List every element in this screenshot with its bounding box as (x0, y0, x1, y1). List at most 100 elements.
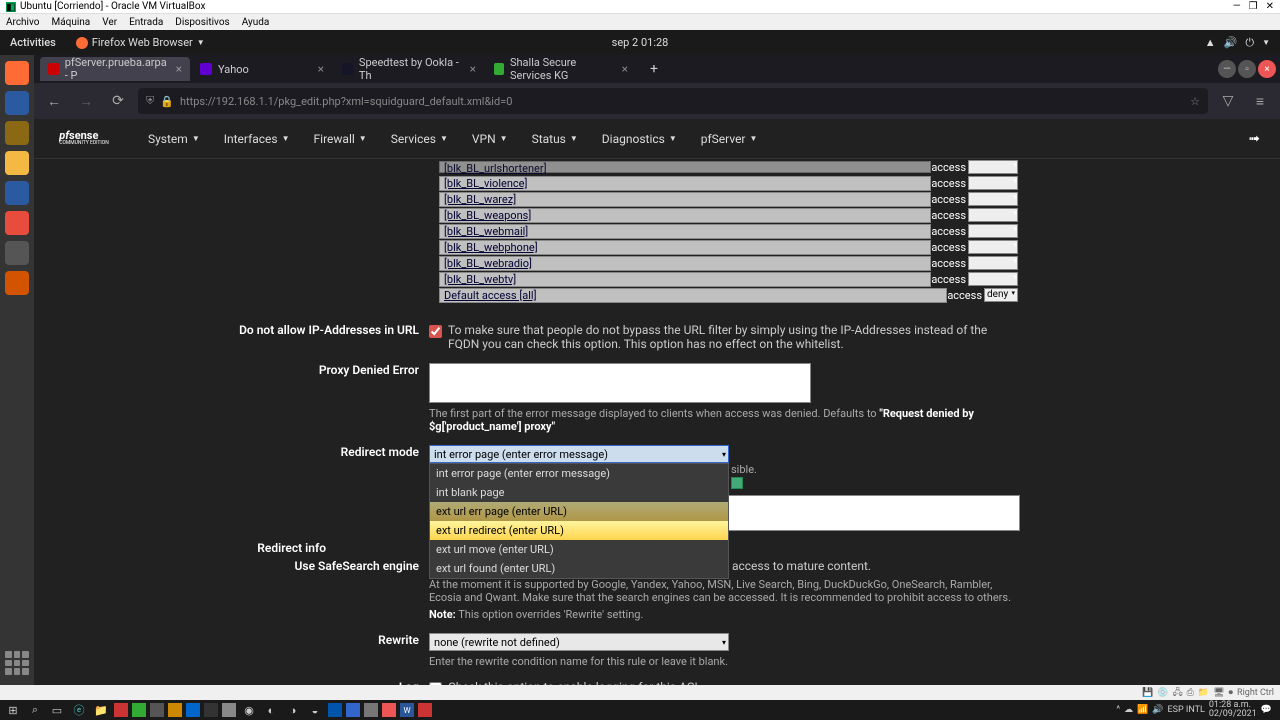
dropdown-option[interactable]: int error page (enter error message) (430, 464, 728, 483)
search-icon[interactable]: ⌕ (26, 702, 44, 718)
current-app-indicator[interactable]: Firefox Web Browser ▼ (76, 36, 205, 49)
acl-mode-select[interactable]: ▾ (968, 240, 1018, 254)
dropdown-option[interactable]: ext url err page (enter URL) (430, 502, 728, 521)
back-button[interactable]: ← (42, 89, 66, 113)
tray-notifications-icon[interactable]: 💬 (1261, 705, 1272, 715)
ip-block-checkbox[interactable] (429, 325, 442, 338)
pfsense-logo[interactable]: pfsenseCOMMUNITY EDITION (54, 127, 114, 151)
vbox-menu-maquina[interactable]: Máquina (51, 17, 90, 28)
virtualbox-icon[interactable] (328, 703, 342, 717)
dock-software-icon[interactable] (5, 211, 29, 235)
taskbar-app-icon[interactable] (132, 703, 146, 717)
nav-firewall[interactable]: Firewall▼ (304, 119, 377, 159)
word-icon[interactable]: W (400, 703, 414, 717)
browser-tab[interactable]: Speedtest by Ookla - Th × (334, 57, 484, 81)
acl-mode-select[interactable]: ▾ (968, 256, 1018, 270)
edge-icon[interactable]: ⓔ (70, 702, 88, 718)
taskbar-app-icon[interactable]: ◒ (306, 702, 324, 718)
vbox-menu-ayuda[interactable]: Ayuda (242, 17, 270, 28)
minimize-button[interactable]: — (1233, 1, 1241, 12)
nav-status[interactable]: Status▼ (522, 119, 588, 159)
dock-help-icon[interactable] (5, 241, 29, 265)
dock-firefox-icon[interactable] (5, 61, 29, 85)
taskbar-app-icon[interactable] (364, 703, 378, 717)
url-bar[interactable]: ⛨ 🔒 https://192.168.1.1/pkg_edit.php?xml… (138, 88, 1208, 114)
activities-button[interactable]: Activities (10, 36, 56, 49)
tab-close-icon[interactable]: × (318, 62, 324, 76)
power-icon[interactable]: ⏻ (1245, 36, 1254, 50)
chrome-icon[interactable]: ◉ (240, 702, 258, 718)
vbox-menu-dispositivos[interactable]: Dispositivos (175, 17, 229, 28)
firefox-close[interactable]: × (1258, 60, 1276, 78)
system-tray[interactable]: ▲ 🔊 ⏻ ▼ (1205, 36, 1270, 50)
tray-lang[interactable]: ESP INTL (1168, 705, 1205, 715)
taskbar-app-icon[interactable] (204, 703, 218, 717)
taskbar-app-icon[interactable] (150, 703, 164, 717)
vbox-menu-entrada[interactable]: Entrada (129, 17, 163, 28)
browser-tab[interactable]: pfServer.prueba.arpa - P × (40, 57, 190, 81)
dock-files-icon[interactable] (5, 121, 29, 145)
acl-mode-select[interactable]: ▾ (968, 192, 1018, 206)
acl-mode-select[interactable]: ▾ (968, 224, 1018, 238)
close-button[interactable]: ✕ (1266, 1, 1274, 12)
rewrite-select[interactable]: none (rewrite not defined) ▾ (429, 633, 729, 651)
browser-tab[interactable]: Yahoo × (192, 57, 332, 81)
browser-tab[interactable]: Shalla Secure Services KG × (486, 57, 636, 81)
taskbar-app-icon[interactable] (222, 703, 236, 717)
reload-button[interactable]: ⟳ (106, 89, 130, 113)
acl-mode-select[interactable]: ▾ (968, 272, 1018, 286)
nav-interfaces[interactable]: Interfaces▼ (214, 119, 300, 159)
dropdown-option[interactable]: ext url found (enter URL) (430, 559, 728, 578)
firefox-maximize[interactable]: ▫ (1238, 60, 1256, 78)
pocket-icon[interactable]: ▽ (1216, 89, 1240, 113)
logout-button[interactable]: ➟ (1248, 131, 1260, 147)
tray-wifi-icon[interactable]: 📶 (1137, 705, 1148, 715)
clock[interactable]: sep 2 01:28 (612, 36, 669, 49)
taskbar-app-icon[interactable] (346, 703, 360, 717)
vbox-menu-archivo[interactable]: Archivo (6, 17, 39, 28)
new-tab-button[interactable]: + (642, 57, 666, 81)
firefox-minimize[interactable]: — (1218, 60, 1236, 78)
windows-start-button[interactable]: ⊞ (4, 702, 22, 718)
nav-system[interactable]: System▼ (138, 119, 210, 159)
tray-chevron[interactable]: ^ (1116, 705, 1120, 715)
tray-onedrive-icon[interactable]: ☁ (1124, 705, 1133, 715)
volume-icon[interactable]: 🔊 (1224, 36, 1238, 49)
tab-close-icon[interactable]: × (176, 62, 182, 76)
dropdown-option[interactable]: ext url move (enter URL) (430, 540, 728, 559)
taskbar-app-icon[interactable]: ◑ (284, 702, 302, 718)
taskbar-app-icon[interactable] (186, 703, 200, 717)
nav-services[interactable]: Services▼ (381, 119, 458, 159)
dock-libreoffice-icon[interactable] (5, 181, 29, 205)
redirect-mode-select[interactable]: int error page (enter error message) ▾ (429, 445, 729, 463)
acl-mode-select[interactable]: ▾ (968, 160, 1018, 174)
taskbar-app-icon[interactable] (382, 703, 396, 717)
taskbar-app-icon[interactable] (114, 703, 128, 717)
clipboard-icon[interactable] (731, 477, 743, 489)
tab-close-icon[interactable]: × (622, 62, 628, 76)
explorer-icon[interactable]: 📁 (92, 702, 110, 718)
taskbar-app-icon[interactable] (418, 703, 432, 717)
taskbar-app-icon[interactable]: ◐ (262, 702, 280, 718)
proxy-error-textarea[interactable] (429, 363, 811, 403)
nav-diagnostics[interactable]: Diagnostics▼ (592, 119, 687, 159)
nav-vpn[interactable]: VPN▼ (462, 119, 518, 159)
maximize-button[interactable]: ❐ (1249, 1, 1258, 12)
acl-mode-select[interactable]: ▾ (968, 176, 1018, 190)
dropdown-option[interactable]: ext url redirect (enter URL) (430, 521, 728, 540)
dock-amazon-icon[interactable] (5, 271, 29, 295)
menu-button[interactable]: ≡ (1248, 89, 1272, 113)
forward-button[interactable]: → (74, 89, 98, 113)
acl-mode-select[interactable]: ▾ (968, 208, 1018, 222)
dropdown-option[interactable]: int blank page (430, 483, 728, 502)
dock-thunderbird-icon[interactable] (5, 91, 29, 115)
task-view-icon[interactable]: ▭ (48, 702, 66, 718)
dock-show-apps[interactable] (5, 651, 29, 675)
dock-rhythmbox-icon[interactable] (5, 151, 29, 175)
tray-volume-icon[interactable]: 🔊 (1152, 705, 1163, 715)
vbox-menu-ver[interactable]: Ver (102, 17, 117, 28)
network-icon[interactable]: ▲ (1205, 36, 1216, 49)
acl-mode-select[interactable]: deny▾ (984, 288, 1018, 302)
nav-pfserver[interactable]: pfServer▼ (691, 119, 768, 159)
tab-close-icon[interactable]: × (470, 62, 476, 76)
